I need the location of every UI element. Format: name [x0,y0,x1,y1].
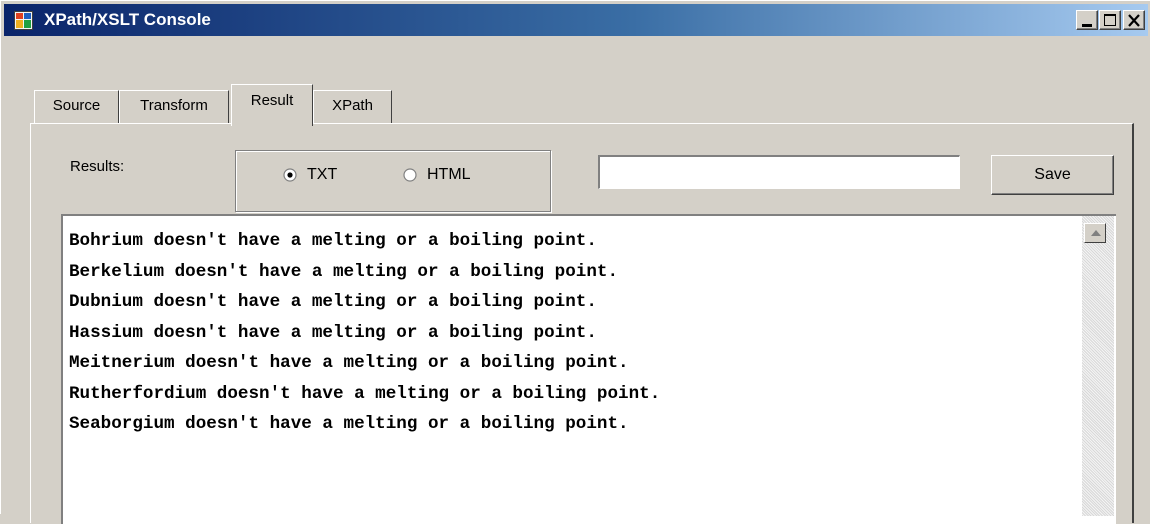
close-icon [1128,14,1140,27]
result-lines: Bohrium doesn't have a melting or a boil… [69,226,660,440]
maximize-icon [1104,14,1116,26]
minimize-button[interactable] [1076,10,1098,30]
result-line: Dubnium doesn't have a melting or a boil… [69,292,597,312]
tab-transform-label: Transform [140,97,208,114]
output-path-input[interactable] [598,155,960,189]
window-title: XPath/XSLT Console [44,10,211,29]
result-line: Hassium doesn't have a melting or a boil… [69,322,597,343]
save-button[interactable]: Save [991,155,1114,195]
radio-selected-icon [283,168,297,182]
radio-html-label: HTML [427,166,471,183]
app-window: XPath/XSLT Console Source Transform Resu… [0,0,1150,524]
triangle-up-icon [1091,230,1101,236]
application-window-icon [14,11,33,30]
result-line: Seaborgium doesn't have a melting or a b… [69,414,629,434]
tab-source[interactable]: Source [34,90,119,124]
title-bar[interactable]: XPath/XSLT Console [4,4,1148,36]
tab-xpath-label: XPath [332,97,373,114]
maximize-button[interactable] [1099,10,1121,30]
scroll-up-button[interactable] [1084,223,1106,243]
vertical-scrollbar[interactable] [1082,216,1114,516]
tab-result-label: Result [250,92,294,109]
radio-unselected-icon [403,168,417,182]
tab-source-label: Source [52,97,101,114]
minimize-icon [1082,24,1092,27]
results-label: Results: [70,158,125,175]
tab-xpath[interactable]: XPath [313,90,392,124]
result-line: Berkelium doesn't have a melting or a bo… [69,261,619,282]
close-button[interactable] [1123,10,1145,30]
tab-transform[interactable]: Transform [119,90,229,124]
radio-txt-label: TXT [307,166,338,183]
result-line: Meitnerium doesn't have a melting or a b… [69,353,629,373]
tab-result[interactable]: Result [231,84,313,126]
result-line: Rutherfordium doesn't have a melting or … [69,383,661,404]
result-line: Bohrium doesn't have a melting or a boil… [69,231,597,251]
